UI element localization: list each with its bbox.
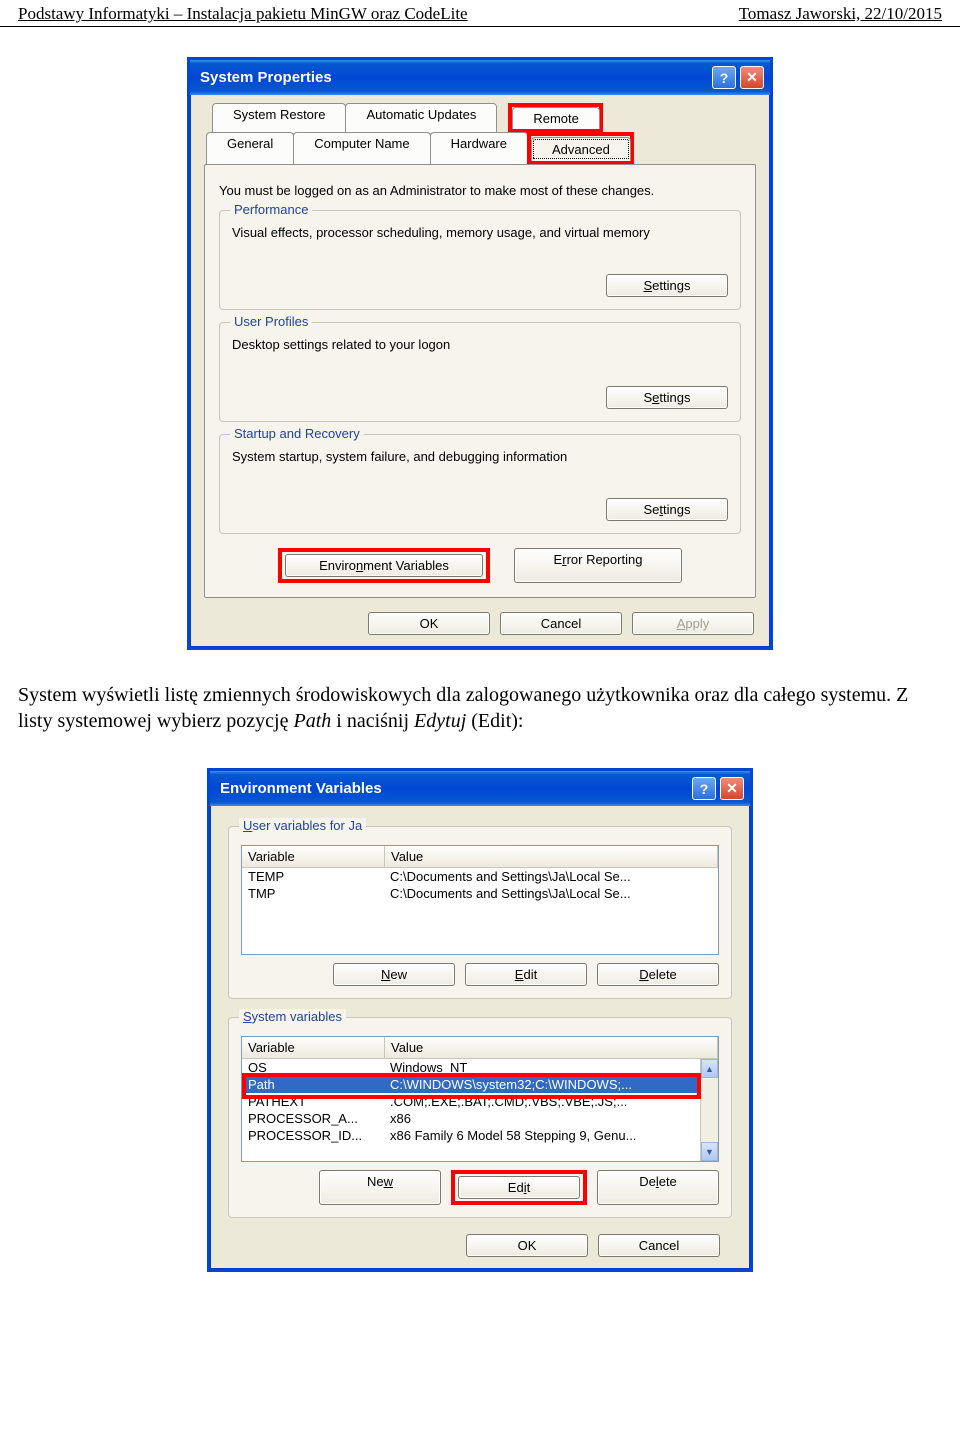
environment-variables-button[interactable]: Environment Variables	[285, 554, 483, 577]
tab-panel-advanced: You must be logged on as an Administrato…	[204, 164, 756, 598]
error-reporting-button[interactable]: Error Reporting	[514, 548, 682, 583]
group-user-profiles: User Profiles Desktop settings related t…	[219, 322, 741, 422]
tab-automatic-updates[interactable]: Automatic Updates	[345, 103, 497, 133]
list-item[interactable]: TEMP C:\Documents and Settings\Ja\Local …	[242, 868, 718, 885]
help-icon[interactable]: ?	[692, 777, 716, 800]
group-title-sys-vars: System variables	[239, 1009, 346, 1024]
titlebar: System Properties ? ✕	[190, 60, 770, 95]
list-header: Variable Value	[242, 1037, 718, 1059]
user-profiles-desc: Desktop settings related to your logon	[232, 337, 728, 352]
path-word: Path	[294, 710, 332, 732]
page-header: Podstawy Informatyki – Instalacja pakiet…	[0, 0, 960, 27]
group-user-variables: User variables for Ja Variable Value TEM…	[228, 826, 732, 999]
sys-delete-button[interactable]: Delete	[597, 1170, 719, 1205]
group-title-user-vars: User variables for Ja	[239, 818, 366, 833]
scroll-up-icon[interactable]: ▲	[701, 1059, 718, 1078]
group-title-startup-recovery: Startup and Recovery	[230, 426, 364, 441]
col-variable[interactable]: Variable	[242, 1037, 385, 1058]
page-header-right: Tomasz Jaworski, 22/10/2015	[739, 4, 942, 24]
list-item-selected-path[interactable]: Path C:\WINDOWS\system32;C:\WINDOWS;...	[242, 1076, 718, 1093]
page-header-left: Podstawy Informatyki – Instalacja pakiet…	[18, 4, 468, 24]
startup-recovery-settings-button[interactable]: Settings	[606, 498, 728, 521]
dialog-title: System Properties	[200, 69, 332, 86]
list-item[interactable]: OS Windows_NT	[242, 1059, 718, 1076]
tabs-row-1: System Restore Automatic Updates Remote	[212, 103, 760, 133]
group-performance: Performance Visual effects, processor sc…	[219, 210, 741, 310]
performance-settings-button[interactable]: Settings	[606, 274, 728, 297]
col-variable[interactable]: Variable	[242, 846, 385, 867]
highlight-remote-advanced: Remote	[508, 103, 603, 133]
tab-computer-name[interactable]: Computer Name	[293, 132, 430, 164]
highlight-advanced-tab: Advanced	[527, 132, 634, 164]
environment-variables-dialog: Environment Variables ? ✕ User variables…	[207, 768, 753, 1272]
scrollbar[interactable]: ▲ ▼	[700, 1059, 718, 1161]
scroll-down-icon[interactable]: ▼	[701, 1142, 718, 1161]
help-icon[interactable]: ?	[712, 66, 736, 89]
sys-edit-button[interactable]: Edit	[458, 1176, 580, 1199]
user-delete-button[interactable]: Delete	[597, 963, 719, 986]
list-item[interactable]: PROCESSOR_A... x86	[242, 1110, 718, 1127]
performance-desc: Visual effects, processor scheduling, me…	[232, 225, 728, 240]
system-properties-dialog: System Properties ? ✕ System Restore Aut…	[187, 57, 773, 650]
close-icon[interactable]: ✕	[740, 66, 764, 89]
sys-new-button[interactable]: New	[319, 1170, 441, 1205]
group-startup-recovery: Startup and Recovery System startup, sys…	[219, 434, 741, 534]
close-icon[interactable]: ✕	[720, 777, 744, 800]
user-new-button[interactable]: New	[333, 963, 455, 986]
dialog-footer-buttons: OK Cancel	[228, 1224, 732, 1259]
tab-general[interactable]: General	[206, 132, 294, 164]
tab-advanced[interactable]: Advanced	[531, 137, 631, 161]
col-value[interactable]: Value	[385, 846, 718, 867]
list-item[interactable]: PROCESSOR_ID... x86 Family 6 Model 58 St…	[242, 1127, 718, 1144]
ok-button[interactable]: OK	[466, 1234, 588, 1257]
highlight-edit-button: Edit	[451, 1170, 587, 1205]
titlebar: Environment Variables ? ✕	[210, 771, 750, 806]
group-title-performance: Performance	[230, 202, 312, 217]
group-system-variables: System variables Variable Value OS Windo…	[228, 1017, 732, 1218]
cancel-button[interactable]: Cancel	[500, 612, 622, 635]
col-value[interactable]: Value	[385, 1037, 718, 1058]
apply-button[interactable]: Apply	[632, 612, 754, 635]
tabs-row-2: General Computer Name Hardware Advanced	[206, 132, 760, 164]
highlight-env-vars: Environment Variables	[278, 548, 490, 583]
system-variables-list[interactable]: Variable Value OS Windows_NT Path C:\WIN…	[241, 1036, 719, 1162]
user-edit-button[interactable]: Edit	[465, 963, 587, 986]
user-variables-list[interactable]: Variable Value TEMP C:\Documents and Set…	[241, 845, 719, 955]
tab-system-restore[interactable]: System Restore	[212, 103, 346, 133]
cancel-button[interactable]: Cancel	[598, 1234, 720, 1257]
dialog-title: Environment Variables	[220, 780, 382, 797]
instruction-paragraph: System wyświetli listę zmiennych środowi…	[18, 682, 942, 734]
list-header: Variable Value	[242, 846, 718, 868]
user-profiles-settings-button[interactable]: Settings	[606, 386, 728, 409]
group-title-user-profiles: User Profiles	[230, 314, 312, 329]
edit-word: Edytuj	[414, 710, 466, 732]
tab-remote[interactable]: Remote	[512, 107, 600, 129]
startup-recovery-desc: System startup, system failure, and debu…	[232, 449, 728, 464]
dialog-footer-buttons: OK Cancel Apply	[200, 612, 760, 635]
tab-hardware[interactable]: Hardware	[430, 132, 528, 164]
ok-button[interactable]: OK	[368, 612, 490, 635]
list-item[interactable]: PATHEXT .COM;.EXE;.BAT;.CMD;.VBS;.VBE;.J…	[242, 1093, 718, 1110]
list-item[interactable]: TMP C:\Documents and Settings\Ja\Local S…	[242, 885, 718, 902]
admin-note: You must be logged on as an Administrato…	[219, 183, 741, 198]
